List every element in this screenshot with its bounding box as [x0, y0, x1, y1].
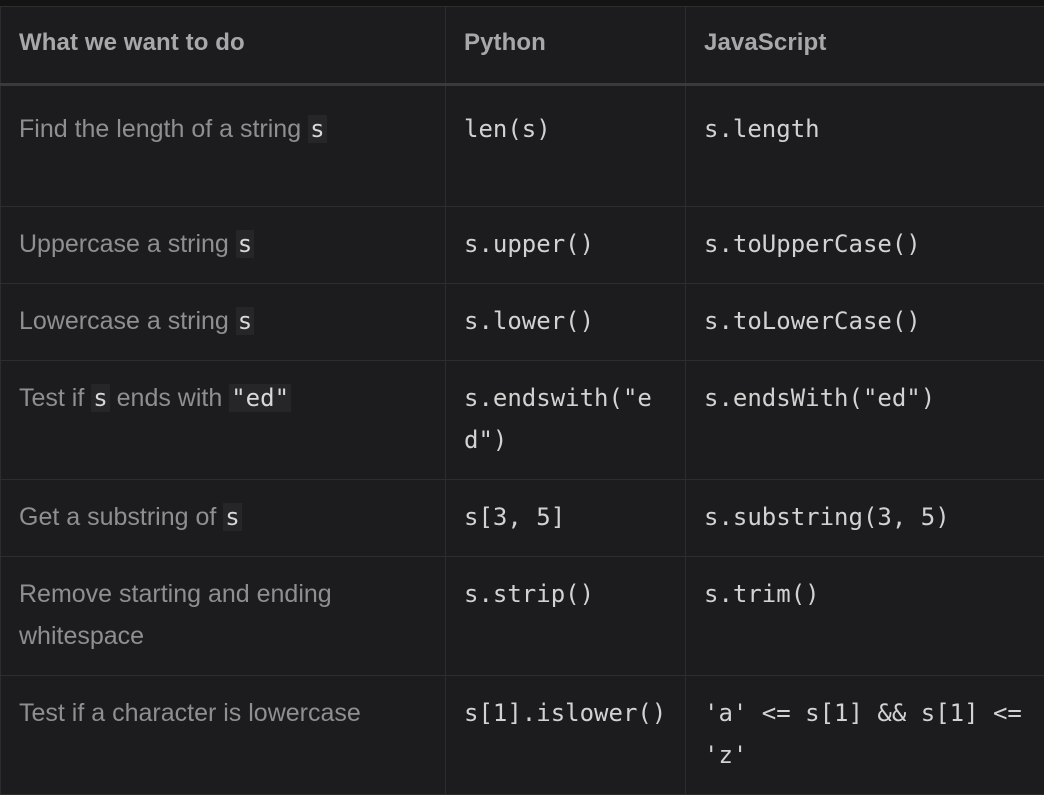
javascript-code: s.toLowerCase()	[686, 284, 1044, 361]
desc-text: Get a substring of	[19, 503, 223, 531]
table-header: What we want to do Python JavaScript	[1, 7, 1044, 85]
row-description: Uppercase a string s	[1, 207, 446, 284]
table-row: Remove starting and ending whitespace s.…	[1, 557, 1044, 676]
table-row: Uppercase a string s s.upper() s.toUpper…	[1, 207, 1044, 284]
inline-code: s	[308, 115, 326, 143]
desc-text: Test if a character is lowercase	[19, 699, 361, 727]
inline-code: "ed"	[229, 384, 291, 412]
header-row: What we want to do Python JavaScript	[1, 7, 1044, 85]
table-row: Find the length of a string s len(s) s.l…	[1, 85, 1044, 207]
python-code: s[3, 5]	[446, 480, 686, 557]
row-description: Get a substring of s	[1, 480, 446, 557]
desc-text: Find the length of a string	[19, 115, 308, 143]
python-code: s.endswith("ed")	[446, 361, 686, 480]
javascript-code: s.endsWith("ed")	[686, 361, 1044, 480]
python-code: s.lower()	[446, 284, 686, 361]
javascript-code: s.toUpperCase()	[686, 207, 1044, 284]
python-code: s.upper()	[446, 207, 686, 284]
header-what-we-want-to-do: What we want to do	[1, 7, 446, 85]
javascript-code: s.trim()	[686, 557, 1044, 676]
row-description: Test if s ends with "ed"	[1, 361, 446, 480]
row-description: Lowercase a string s	[1, 284, 446, 361]
inline-code: s	[236, 307, 254, 335]
table-row: Test if a character is lowercase s[1].is…	[1, 676, 1044, 795]
inline-code: s	[236, 230, 254, 258]
row-description: Test if a character is lowercase	[1, 676, 446, 795]
header-python: Python	[446, 7, 686, 85]
table-row: Get a substring of s s[3, 5] s.substring…	[1, 480, 1044, 557]
python-code: s[1].islower()	[446, 676, 686, 795]
header-javascript: JavaScript	[686, 7, 1044, 85]
javascript-code: s.substring(3, 5)	[686, 480, 1044, 557]
javascript-code: s.length	[686, 85, 1044, 207]
row-description: Remove starting and ending whitespace	[1, 557, 446, 676]
desc-text: Uppercase a string	[19, 230, 236, 258]
inline-code: s	[91, 384, 109, 412]
python-code: s.strip()	[446, 557, 686, 676]
python-javascript-comparison-table: What we want to do Python JavaScript Fin…	[0, 6, 1044, 795]
python-code: len(s)	[446, 85, 686, 207]
table-row: Lowercase a string s s.lower() s.toLower…	[1, 284, 1044, 361]
desc-text: Remove starting and ending whitespace	[19, 580, 332, 650]
row-description: Find the length of a string s	[1, 85, 446, 207]
inline-code: s	[223, 503, 241, 531]
desc-text: Test if	[19, 384, 91, 412]
comparison-table-container: What we want to do Python JavaScript Fin…	[0, 6, 1044, 795]
table-row: Test if s ends with "ed" s.endswith("ed"…	[1, 361, 1044, 480]
desc-text: ends with	[110, 384, 230, 412]
javascript-code: 'a' <= s[1] && s[1] <= 'z'	[686, 676, 1044, 795]
desc-text: Lowercase a string	[19, 307, 236, 335]
table-body: Find the length of a string s len(s) s.l…	[1, 85, 1044, 795]
